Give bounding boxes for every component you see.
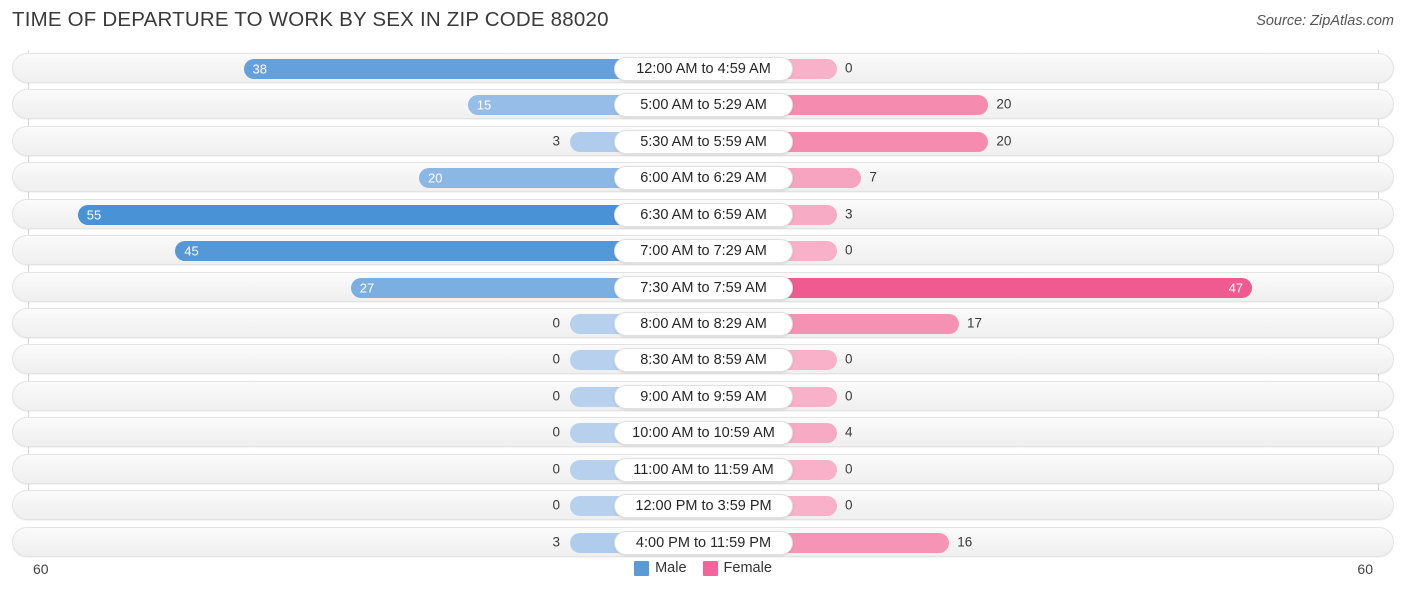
- chart-row[interactable]: 20 7 6:00 AM to 6:29 AM: [12, 162, 1394, 193]
- bar-female[interactable]: [787, 423, 837, 444]
- chart-row[interactable]: 0 0 11:00 AM to 11:59 AM: [12, 453, 1394, 484]
- bar-male[interactable]: 45: [175, 241, 620, 262]
- bar-female[interactable]: [787, 204, 837, 225]
- category-label: 6:30 AM to 6:59 AM: [614, 202, 793, 227]
- category-label: 5:00 AM to 5:29 AM: [614, 93, 793, 118]
- chart-row[interactable]: 3 20 5:30 AM to 5:59 AM: [12, 125, 1394, 156]
- category-label: 8:00 AM to 8:29 AM: [614, 312, 793, 336]
- bar-male[interactable]: 27: [350, 277, 620, 298]
- bar-female[interactable]: [787, 241, 837, 262]
- bar-male[interactable]: [570, 496, 620, 517]
- bar-male[interactable]: 20: [419, 168, 620, 189]
- bar-female[interactable]: [787, 532, 950, 553]
- bar-value-female: 0: [845, 242, 853, 258]
- bar-male[interactable]: [570, 131, 620, 152]
- bar-male[interactable]: 38: [243, 59, 620, 79]
- chart-legend: Male Female: [0, 560, 1406, 576]
- bar-value-male: 3: [552, 133, 560, 149]
- bar-female[interactable]: [787, 59, 837, 79]
- bar-value-male: 15: [476, 97, 492, 113]
- bar-female[interactable]: [787, 496, 837, 517]
- legend-label-male: Male: [655, 560, 687, 576]
- bar-male[interactable]: 55: [77, 204, 620, 225]
- bar-female[interactable]: [787, 386, 837, 407]
- bar-female[interactable]: [787, 350, 837, 371]
- bar-value-female: 0: [845, 497, 853, 513]
- bar-value-male: 20: [428, 170, 443, 186]
- category-label: 5:30 AM to 5:59 AM: [614, 129, 793, 154]
- legend-swatch-female-icon: [702, 560, 718, 576]
- legend-item-male[interactable]: Male: [634, 560, 687, 576]
- bar-female[interactable]: [787, 131, 989, 152]
- legend-label-female: Female: [723, 560, 772, 576]
- bar-value-female: 4: [845, 424, 853, 440]
- bar-value-female: 20: [996, 96, 1012, 112]
- bar-value-male: 0: [552, 315, 560, 331]
- bar-male[interactable]: [570, 386, 620, 407]
- bar-female[interactable]: [787, 459, 837, 480]
- bar-male[interactable]: [570, 350, 620, 371]
- bar-value-male: 0: [552, 424, 560, 440]
- bar-female[interactable]: [787, 95, 989, 116]
- category-label: 12:00 PM to 3:59 PM: [614, 494, 793, 519]
- chart-row[interactable]: 3 16 4:00 PM to 11:59 PM: [12, 526, 1394, 557]
- bar-value-male: 27: [359, 280, 375, 296]
- category-label: 10:00 AM to 10:59 AM: [614, 421, 793, 446]
- bar-value-female: 0: [845, 60, 853, 76]
- bar-male[interactable]: [570, 423, 620, 444]
- bar-male[interactable]: [570, 532, 620, 553]
- category-label: 8:30 AM to 8:59 AM: [614, 348, 793, 373]
- bar-female[interactable]: 47: [787, 277, 1253, 298]
- bar-female[interactable]: [787, 314, 960, 334]
- chart-row[interactable]: 0 4 10:00 AM to 10:59 AM: [12, 417, 1394, 448]
- bar-value-female: 17: [967, 315, 983, 331]
- chart-row[interactable]: 27 47 7:30 AM to 7:59 AM: [12, 271, 1394, 302]
- bar-male[interactable]: [570, 314, 620, 334]
- bar-value-male: 0: [552, 388, 560, 404]
- chart-row[interactable]: 15 20 5:00 AM to 5:29 AM: [12, 89, 1394, 120]
- bar-male[interactable]: 15: [467, 95, 620, 116]
- bar-value-male: 0: [552, 461, 560, 477]
- category-label: 12:00 AM to 4:59 AM: [614, 57, 793, 81]
- bar-value-female: 47: [1228, 280, 1244, 296]
- chart-row[interactable]: 55 3 6:30 AM to 6:59 AM: [12, 198, 1394, 229]
- bar-value-male: 3: [552, 534, 560, 550]
- bar-value-female: 0: [845, 351, 853, 367]
- source-attribution: Source: ZipAtlas.com: [1256, 13, 1394, 29]
- bar-value-female: 7: [869, 169, 877, 185]
- bar-value-female: 0: [845, 461, 853, 477]
- category-label: 7:30 AM to 7:59 AM: [614, 275, 793, 300]
- bar-value-male: 55: [86, 207, 102, 223]
- bar-value-male: 0: [552, 497, 560, 513]
- category-label: 6:00 AM to 6:29 AM: [614, 166, 793, 191]
- bar-male[interactable]: [570, 459, 620, 480]
- page-title: TIME OF DEPARTURE TO WORK BY SEX IN ZIP …: [12, 8, 609, 31]
- chart-footer: 60 60 Male Female: [0, 556, 1406, 586]
- bar-value-female: 20: [996, 133, 1012, 149]
- legend-item-female[interactable]: Female: [702, 560, 772, 576]
- bar-value-male: 38: [252, 61, 267, 77]
- category-label: 7:00 AM to 7:29 AM: [614, 239, 793, 264]
- chart-row[interactable]: 0 0 12:00 PM to 3:59 PM: [12, 490, 1394, 521]
- bar-value-male: 0: [552, 351, 560, 367]
- category-label: 11:00 AM to 11:59 AM: [614, 457, 793, 482]
- chart-row[interactable]: 38 0 12:00 AM to 4:59 AM: [12, 53, 1394, 83]
- bar-value-male: 45: [184, 243, 199, 259]
- chart-row[interactable]: 0 17 8:00 AM to 8:29 AM: [12, 308, 1394, 338]
- legend-swatch-male-icon: [634, 560, 650, 576]
- bar-value-female: 0: [845, 388, 853, 404]
- bar-female[interactable]: [787, 168, 862, 189]
- chart-row[interactable]: 0 0 9:00 AM to 9:59 AM: [12, 380, 1394, 411]
- category-label: 9:00 AM to 9:59 AM: [614, 384, 793, 409]
- bar-value-female: 16: [957, 534, 973, 550]
- category-label: 4:00 PM to 11:59 PM: [614, 530, 793, 555]
- bar-value-female: 3: [845, 206, 853, 222]
- chart-row[interactable]: 0 0 8:30 AM to 8:59 AM: [12, 344, 1394, 375]
- chart-plot-area: 38 0 12:00 AM to 4:59 AM 15 20 5:00 AM to 5:2…: [0, 50, 1406, 557]
- chart-row[interactable]: 45 0 7:00 AM to 7:29 AM: [12, 235, 1394, 266]
